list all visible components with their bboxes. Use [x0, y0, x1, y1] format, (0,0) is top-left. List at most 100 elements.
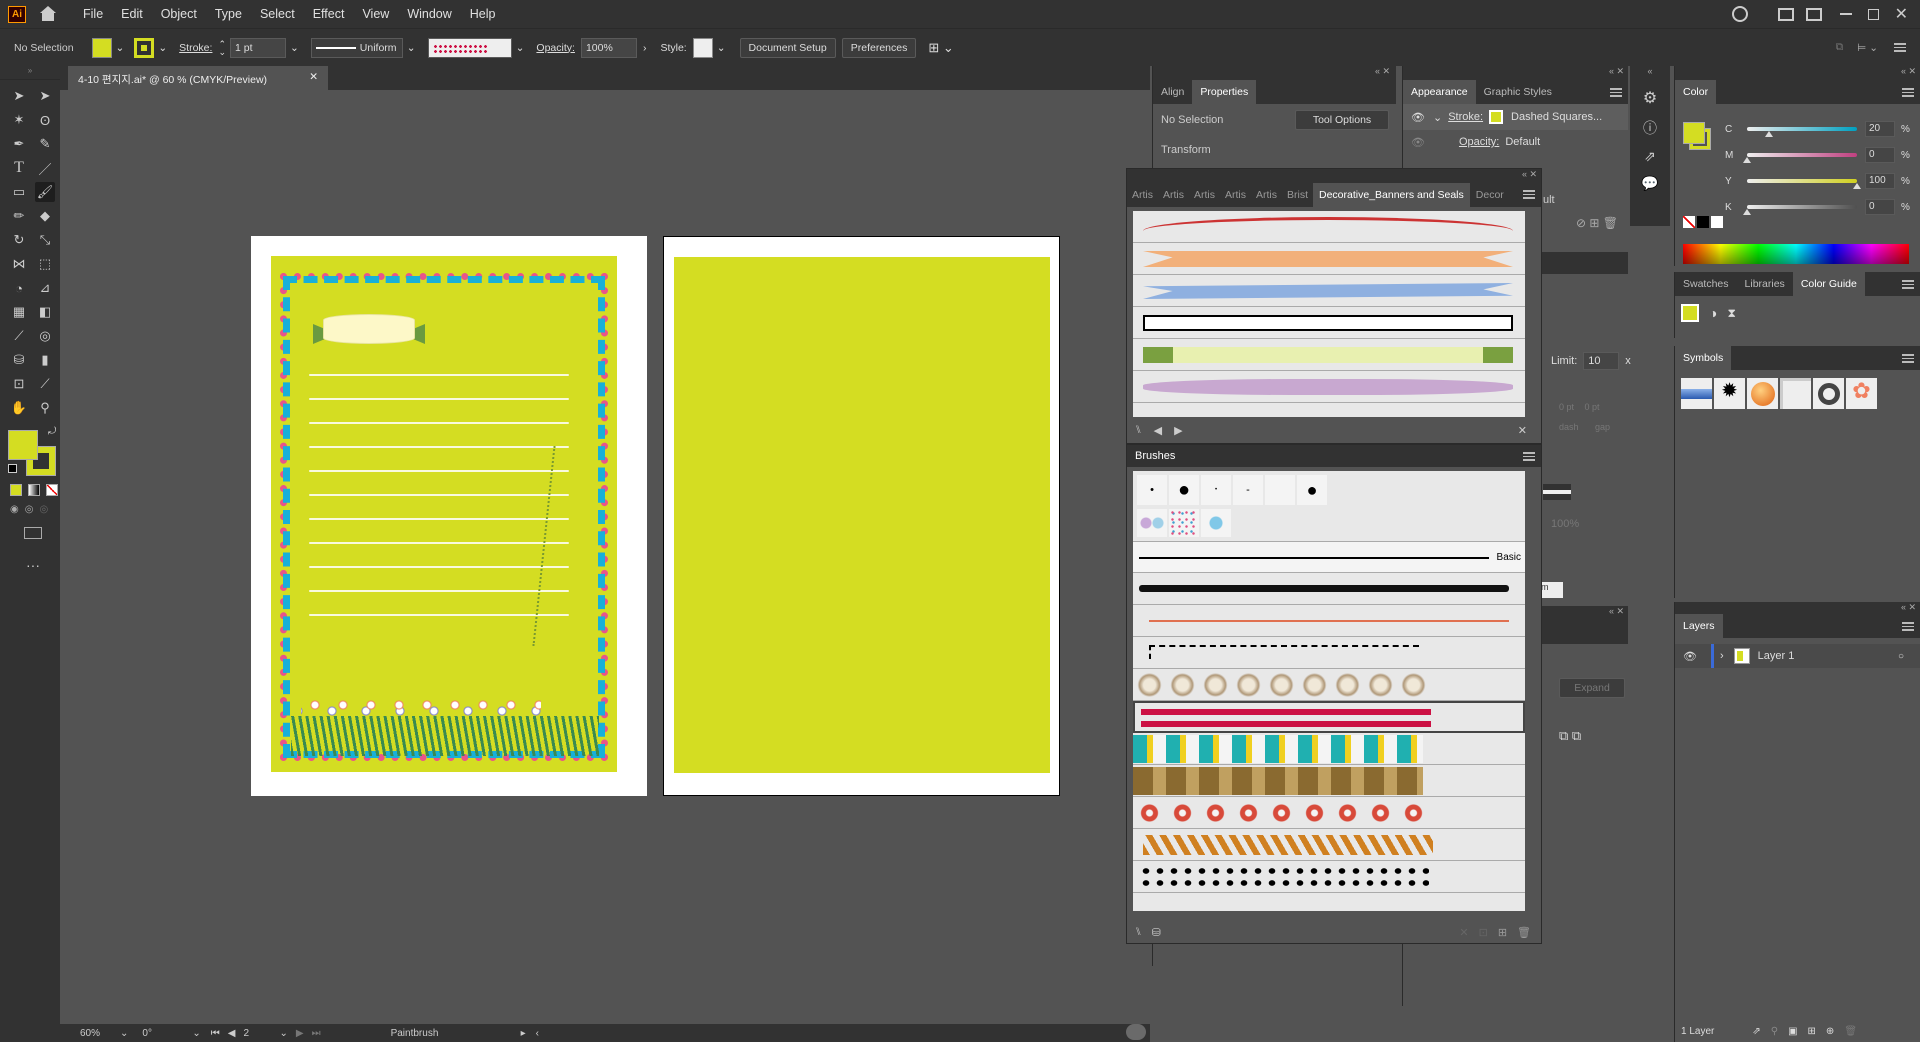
draw-inside-icon[interactable]: ◎: [39, 504, 48, 515]
close-icon[interactable]: ✕: [1895, 4, 1908, 24]
symbol-blue-bar[interactable]: [1681, 378, 1712, 409]
next-library-icon[interactable]: ▶: [1174, 424, 1182, 437]
slider-thumb-icon[interactable]: [1765, 131, 1773, 137]
slice-tool-icon[interactable]: ⟋: [35, 374, 55, 394]
pattern-brush-dashed-border[interactable]: [1133, 637, 1525, 669]
calligraphic-brush-small[interactable]: •: [1137, 475, 1167, 505]
tab-color[interactable]: Color: [1675, 80, 1717, 104]
channel-value-field[interactable]: 100: [1865, 173, 1895, 189]
brush-library-close-icon[interactable]: ✕: [1518, 424, 1527, 437]
menu-help[interactable]: Help: [461, 7, 505, 21]
channel-slider[interactable]: [1747, 179, 1861, 189]
artboard-tool-icon[interactable]: ⊡: [9, 374, 29, 394]
stroke-stepper-icon[interactable]: ⌃ ⌄: [218, 39, 226, 56]
export-panel-icon[interactable]: ⇗: [1630, 148, 1670, 165]
variable-width-profile[interactable]: Uniform: [310, 37, 403, 58]
properties-collapse-icon[interactable]: « ✕: [1153, 66, 1396, 80]
opacity-field[interactable]: 100%: [580, 37, 637, 58]
menu-window[interactable]: Window: [398, 7, 460, 21]
appearance-stroke-swatch[interactable]: [1489, 110, 1504, 124]
brush-definition[interactable]: [427, 37, 512, 58]
tab-artistic-1[interactable]: Artis: [1127, 183, 1158, 207]
calligraphic-brush-large[interactable]: ●: [1169, 475, 1199, 505]
rotate-dropdown-icon[interactable]: ⌄: [192, 1028, 200, 1039]
direct-selection-tool-icon[interactable]: ➤: [35, 86, 55, 106]
style-swatch[interactable]: [692, 37, 713, 58]
limit-field[interactable]: 10: [1583, 352, 1620, 370]
scatter-brush-dots[interactable]: [1201, 509, 1231, 537]
banner-brush-white[interactable]: [1133, 307, 1525, 339]
rectangle-tool-icon[interactable]: ▭: [9, 182, 29, 202]
arrange-documents-icon[interactable]: ⊞ ⌄: [928, 40, 953, 56]
shape-builder-icon[interactable]: ◔: [9, 278, 29, 298]
eraser-tool-icon[interactable]: ◆: [35, 206, 55, 226]
art-brush-charcoal[interactable]: [1133, 573, 1525, 605]
layer-name[interactable]: Layer 1: [1758, 650, 1795, 662]
banner-brush-red[interactable]: [1133, 211, 1525, 243]
layer-visibility-icon[interactable]: 👁: [1683, 650, 1697, 663]
menu-effect[interactable]: Effect: [304, 7, 354, 21]
art-brush-arrow[interactable]: [1133, 605, 1525, 637]
calligraphic-brush-dot[interactable]: •: [1201, 475, 1231, 505]
swap-colors-icon[interactable]: ⤾: [48, 426, 56, 437]
tab-artistic-2[interactable]: Artis: [1158, 183, 1189, 207]
artboard-1[interactable]: [251, 236, 647, 796]
banner-brush-purple[interactable]: [1133, 371, 1525, 403]
visibility-eye-icon[interactable]: 👁: [1411, 111, 1425, 124]
brush-dropdown-icon[interactable]: ⌄: [516, 42, 525, 54]
symbol-sprayer-icon[interactable]: ⛁: [9, 350, 29, 370]
document-close-icon[interactable]: ✕: [309, 71, 318, 83]
brush-library-menu-button-icon[interactable]: ⑊: [1135, 424, 1142, 437]
panel-options-icon[interactable]: ⧉: [1836, 41, 1844, 54]
home-icon[interactable]: [38, 6, 58, 22]
info-panel-icon[interactable]: ⓘ: [1630, 118, 1670, 138]
type-tool-icon[interactable]: T: [9, 158, 29, 178]
scroll-left-icon[interactable]: ‹: [536, 1028, 539, 1039]
blend-tool-icon[interactable]: ◎: [35, 326, 55, 346]
mesh-tool-icon[interactable]: ▦: [9, 302, 29, 322]
symbol-wreath[interactable]: [1813, 378, 1844, 409]
arrange-icon[interactable]: [1777, 7, 1794, 21]
calligraphic-brush-round[interactable]: ●: [1297, 475, 1327, 505]
pattern-brush-teal[interactable]: [1133, 733, 1525, 765]
fill-stroke-widget[interactable]: ⤾: [0, 426, 60, 480]
tab-libraries[interactable]: Libraries: [1737, 272, 1793, 296]
search-icon[interactable]: [1731, 6, 1748, 22]
channel-slider[interactable]: [1743, 153, 1857, 163]
pattern-brush-leaves[interactable]: [1133, 829, 1525, 861]
canvas[interactable]: [60, 90, 1150, 1020]
menu-edit[interactable]: Edit: [112, 7, 152, 21]
symbol-flower[interactable]: ✿: [1846, 378, 1877, 409]
tools-collapse-icon[interactable]: »: [0, 66, 60, 80]
zoom-tool-icon[interactable]: ⚲: [35, 398, 55, 418]
graph-tool-icon[interactable]: ▮: [35, 350, 55, 370]
last-artboard-icon[interactable]: ⏭: [312, 1028, 321, 1039]
stroke-dropdown-icon[interactable]: ⌄: [158, 42, 167, 54]
curvature-tool-icon[interactable]: ✎: [35, 134, 55, 154]
control-menu-icon[interactable]: [1894, 43, 1906, 52]
tool-options-button[interactable]: Tool Options: [1295, 110, 1389, 130]
tab-align[interactable]: Align: [1153, 80, 1192, 104]
symbol-orange-ball[interactable]: [1747, 378, 1778, 409]
menu-file[interactable]: File: [74, 7, 112, 21]
appearance-collapse-icon[interactable]: « ✕: [1403, 66, 1628, 80]
prev-artboard-icon[interactable]: ◀: [228, 1028, 236, 1039]
tab-symbols[interactable]: Symbols: [1675, 346, 1732, 370]
stroke-swatch[interactable]: [134, 37, 155, 58]
stroke-weight-field[interactable]: 1 pt: [229, 37, 286, 58]
brushes-menu-icon[interactable]: [1523, 452, 1535, 461]
appearance-menu-icon[interactable]: [1610, 88, 1622, 97]
selection-tool-icon[interactable]: ➤: [9, 86, 29, 106]
minimize-icon[interactable]: [1839, 13, 1852, 15]
first-artboard-icon[interactable]: ⏮: [211, 1028, 220, 1039]
style-dropdown-icon[interactable]: ⌄: [717, 42, 726, 54]
artboard-dropdown-icon[interactable]: ⌄: [279, 1028, 287, 1039]
banner-brush-blue[interactable]: [1133, 275, 1525, 307]
document-tab[interactable]: 4-10 편지지.ai* @ 60 % (CMYK/Preview) ✕: [68, 66, 328, 90]
comments-panel-icon[interactable]: 💬: [1630, 175, 1670, 192]
default-colors-icon[interactable]: [8, 464, 17, 473]
tab-appearance[interactable]: Appearance: [1403, 80, 1476, 104]
color-fill-stroke[interactable]: [1683, 114, 1713, 154]
width-tool-icon[interactable]: ⋈: [9, 254, 29, 274]
menu-select[interactable]: Select: [251, 7, 304, 21]
